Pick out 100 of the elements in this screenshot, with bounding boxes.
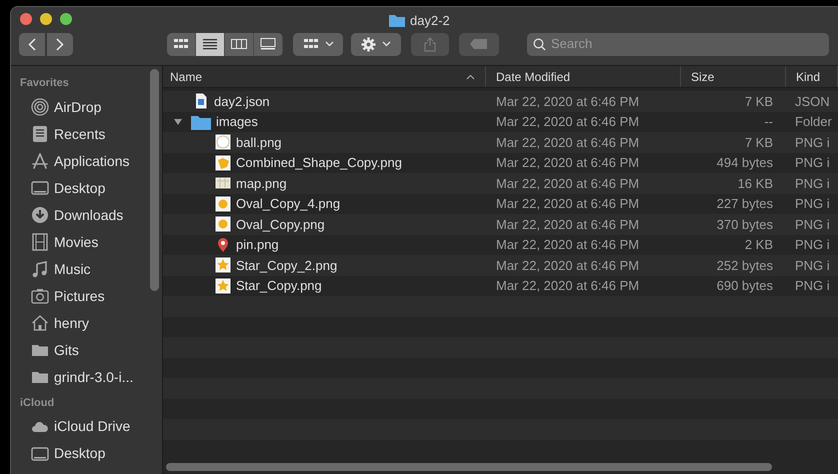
file-name: map.png (236, 174, 287, 193)
column-header[interactable]: Name (163, 66, 486, 87)
apps-icon (31, 152, 49, 170)
file-row[interactable]: pin.png Mar 22, 2020 at 6:46 PM 2 KB PNG i (163, 234, 838, 255)
sidebar-item[interactable]: Gits (11, 336, 162, 364)
column-header[interactable]: Size (681, 66, 786, 87)
ball-thumbnail-icon (215, 134, 231, 150)
file-row[interactable]: Combined_Shape_Copy.png Mar 22, 2020 at 6:46 PM 494 bytes PNG i (163, 152, 838, 173)
sidebar-item[interactable]: Movies (11, 228, 162, 256)
view-mode-button[interactable] (254, 32, 283, 56)
forward-button[interactable] (47, 32, 73, 56)
pin-icon (215, 236, 231, 253)
tag-icon (470, 39, 488, 49)
music-note-icon (31, 260, 49, 278)
columns-icon (231, 38, 247, 50)
map-thumbnail-icon (215, 175, 231, 192)
list-icon (202, 38, 218, 50)
chevron-down-icon (382, 41, 391, 47)
kind-cell-text: PNG i (794, 236, 830, 254)
kind-cell-text: PNG i (794, 174, 830, 192)
tray-icon (31, 125, 49, 143)
action-button[interactable] (351, 32, 401, 56)
kind-cell-text: PNG i (794, 134, 830, 152)
search-input[interactable]: Search (551, 34, 811, 54)
chevron-right-icon (56, 38, 64, 50)
desktop-icon (31, 179, 49, 197)
sidebar-item[interactable]: Recents (11, 120, 162, 148)
view-mode-button[interactable] (225, 32, 254, 56)
camera-icon (31, 287, 49, 305)
sidebar-item[interactable]: Desktop (11, 440, 162, 467)
tag-button[interactable] (459, 32, 499, 56)
kind-cell-text: PNG i (794, 195, 830, 213)
dot-thumbnail-icon (215, 196, 231, 212)
size-cell-text: 7 KB (744, 92, 774, 110)
file-row[interactable]: images Mar 22, 2020 at 6:46 PM -- Folder (163, 112, 838, 132)
file-row[interactable]: Star_Copy.png Mar 22, 2020 at 6:46 PM 690 bytes PNG i (163, 276, 838, 296)
sidebar-item[interactable]: henry (11, 310, 162, 336)
size-cell-text: 227 bytes (716, 195, 774, 213)
file-row[interactable]: map.png Mar 22, 2020 at 6:46 PM 16 KB PNG i (163, 173, 838, 194)
date-cell-text: Mar 22, 2020 at 6:46 PM (495, 113, 640, 131)
file-name: images (216, 113, 258, 131)
sidebar-item[interactable]: Downloads (11, 202, 162, 228)
document-icon (193, 93, 209, 110)
scrollbar-thumb[interactable] (150, 69, 159, 291)
size-cell-text: 2 KB (744, 236, 774, 254)
size-cell-text: 690 bytes (716, 277, 774, 295)
file-row[interactable]: day2.json Mar 22, 2020 at 6:46 PM 7 KB JSON (163, 91, 838, 112)
column-header[interactable]: Kind (786, 66, 838, 87)
file-name: ball.png (236, 134, 282, 152)
star-thumbnail-icon (215, 278, 231, 294)
minimize-button[interactable] (40, 13, 52, 25)
star-thumbnail-icon (215, 257, 231, 274)
file-name: Oval_Copy_4.png (236, 195, 340, 213)
file-name: Combined_Shape_Copy.png (236, 154, 402, 172)
sidebar-item[interactable]: grindr-3.0-i... (11, 364, 162, 390)
view-mode-button[interactable] (167, 32, 196, 56)
size-cell-text: 7 KB (744, 134, 774, 152)
zoom-button[interactable] (60, 13, 72, 25)
share-icon (424, 36, 436, 52)
view-mode-button[interactable] (196, 32, 225, 56)
size-cell-text: 370 bytes (716, 216, 774, 234)
house-icon (31, 314, 49, 332)
file-row[interactable]: ball.png Mar 22, 2020 at 6:46 PM 7 KB PNG i (163, 132, 838, 152)
kind-cell-text: PNG i (794, 154, 830, 172)
file-name: pin.png (236, 236, 279, 254)
grid-icon (302, 38, 318, 50)
sidebar-item[interactable]: Music (11, 256, 162, 282)
close-button[interactable] (20, 13, 32, 25)
share-button[interactable] (411, 32, 449, 56)
size-cell-text: 16 KB (736, 174, 774, 192)
sidebar-item[interactable]: AirDrop (11, 94, 162, 120)
back-button[interactable] (19, 32, 45, 56)
file-row[interactable]: Oval_Copy.png Mar 22, 2020 at 6:46 PM 370 bytes PNG i (163, 214, 838, 234)
file-row[interactable]: Oval_Copy_4.png Mar 22, 2020 at 6:46 PM 227 bytes PNG i (163, 194, 838, 214)
desktop-icon (31, 444, 49, 462)
triangle-down-icon[interactable] (173, 118, 183, 126)
film-icon (31, 233, 49, 251)
column-header[interactable]: Date Modified (486, 66, 681, 87)
kind-cell-text: JSON (794, 92, 830, 110)
size-cell-text: 252 bytes (716, 256, 774, 275)
search-field[interactable]: Search (527, 32, 829, 56)
file-name: Star_Copy.png (236, 277, 322, 295)
group-button[interactable] (293, 32, 343, 56)
sidebar-item[interactable]: Applications (11, 148, 162, 174)
file-name: Oval_Copy.png (236, 216, 325, 234)
date-cell-text: Mar 22, 2020 at 6:46 PM (495, 236, 640, 254)
kind-cell-text: Folder (794, 113, 832, 131)
grid-icon (173, 38, 189, 50)
shape-thumbnail-icon (215, 154, 231, 171)
sidebar-item[interactable]: Pictures (11, 282, 162, 310)
size-cell-text: -- (763, 113, 774, 131)
date-cell-text: Mar 22, 2020 at 6:46 PM (495, 154, 640, 172)
kind-cell-text: PNG i (794, 256, 830, 274)
sidebar-item[interactable]: iCloud Drive (11, 413, 162, 440)
download-icon (31, 206, 49, 224)
search-icon (533, 38, 546, 50)
date-cell-text: Mar 22, 2020 at 6:46 PM (495, 277, 640, 295)
file-row[interactable]: Star_Copy_2.png Mar 22, 2020 at 6:46 PM 252 bytes PNG i (163, 255, 838, 276)
scrollbar-thumb[interactable] (166, 462, 772, 470)
sidebar-item[interactable]: Desktop (11, 174, 162, 202)
